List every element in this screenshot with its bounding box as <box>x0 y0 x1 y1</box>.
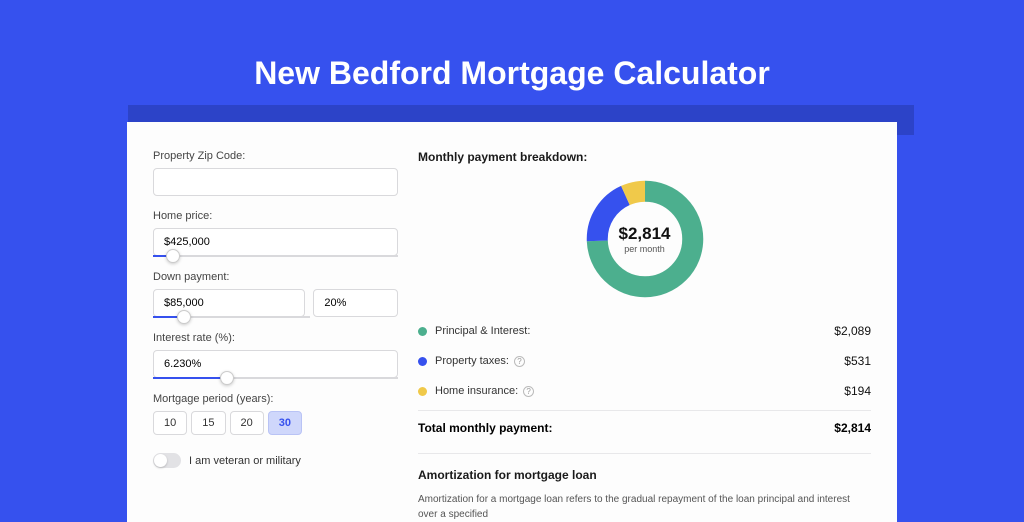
interest-input[interactable] <box>153 350 398 378</box>
legend-row-0: Principal & Interest:$2,089 <box>418 316 871 346</box>
donut-center: $2,814 per month <box>582 176 708 302</box>
slider-thumb-icon[interactable] <box>166 249 180 263</box>
zip-input[interactable] <box>153 168 398 196</box>
period-button-10[interactable]: 10 <box>153 411 187 435</box>
legend-dot-icon <box>418 327 427 336</box>
legend: Principal & Interest:$2,089Property taxe… <box>418 316 871 406</box>
homeprice-label: Home price: <box>153 210 398 222</box>
help-icon[interactable]: ? <box>523 386 534 397</box>
legend-dot-icon <box>418 357 427 366</box>
period-button-30[interactable]: 30 <box>268 411 302 435</box>
total-value: $2,814 <box>834 421 871 435</box>
amortization-title: Amortization for mortgage loan <box>418 468 871 482</box>
veteran-label: I am veteran or military <box>189 455 301 467</box>
form-column: Property Zip Code: Home price: Down paym… <box>153 150 398 522</box>
interest-label: Interest rate (%): <box>153 332 398 344</box>
veteran-toggle-row: I am veteran or military <box>153 453 398 468</box>
homeprice-slider[interactable] <box>153 255 398 257</box>
downpayment-label: Down payment: <box>153 271 398 283</box>
legend-label: Home insurance:? <box>435 385 844 397</box>
donut-center-sub: per month <box>624 244 665 254</box>
zip-label: Property Zip Code: <box>153 150 398 162</box>
period-button-15[interactable]: 15 <box>191 411 225 435</box>
downpayment-input[interactable] <box>153 289 305 317</box>
downpayment-pct-input[interactable] <box>313 289 398 317</box>
legend-row-2: Home insurance:?$194 <box>418 376 871 406</box>
breakdown-column: Monthly payment breakdown: $2,814 per mo… <box>398 150 871 522</box>
homeprice-input[interactable] <box>153 228 398 256</box>
period-button-row: 10152030 <box>153 411 398 435</box>
calculator-card: Property Zip Code: Home price: Down paym… <box>127 122 897 522</box>
legend-value: $531 <box>844 354 871 368</box>
donut-center-amount: $2,814 <box>619 224 671 244</box>
page-title: New Bedford Mortgage Calculator <box>0 0 1024 122</box>
slider-thumb-icon[interactable] <box>177 310 191 324</box>
period-label: Mortgage period (years): <box>153 393 398 405</box>
period-button-20[interactable]: 20 <box>230 411 264 435</box>
legend-row-1: Property taxes:?$531 <box>418 346 871 376</box>
donut-chart: $2,814 per month <box>582 176 708 302</box>
group-downpayment: Down payment: <box>153 271 398 318</box>
group-homeprice: Home price: <box>153 210 398 257</box>
group-zip: Property Zip Code: <box>153 150 398 196</box>
interest-slider[interactable] <box>153 377 398 379</box>
veteran-toggle[interactable] <box>153 453 181 468</box>
donut-chart-wrap: $2,814 per month <box>418 176 871 302</box>
breakdown-title: Monthly payment breakdown: <box>418 150 871 164</box>
help-icon[interactable]: ? <box>514 356 525 367</box>
downpayment-slider[interactable] <box>153 316 310 318</box>
group-interest: Interest rate (%): <box>153 332 398 379</box>
amortization-body: Amortization for a mortgage loan refers … <box>418 492 871 522</box>
legend-total-row: Total monthly payment: $2,814 <box>418 410 871 435</box>
legend-dot-icon <box>418 387 427 396</box>
legend-label: Principal & Interest: <box>435 325 834 337</box>
slider-thumb-icon[interactable] <box>220 371 234 385</box>
legend-value: $2,089 <box>834 324 871 338</box>
legend-value: $194 <box>844 384 871 398</box>
group-period: Mortgage period (years): 10152030 <box>153 393 398 435</box>
legend-label: Property taxes:? <box>435 355 844 367</box>
total-label: Total monthly payment: <box>418 421 834 435</box>
